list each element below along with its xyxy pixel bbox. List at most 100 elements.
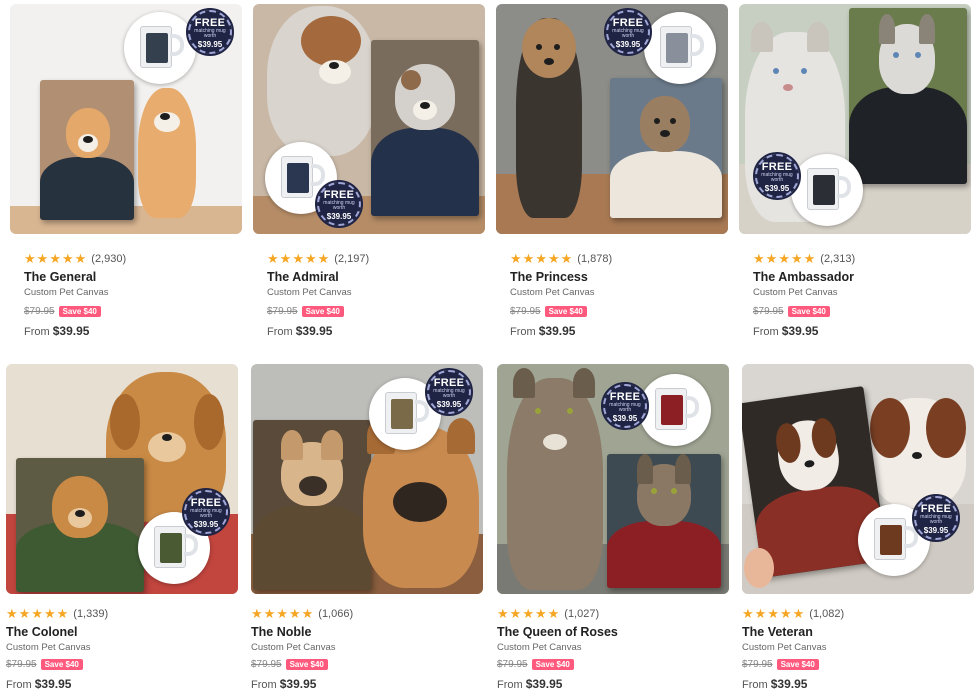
matching-mug-image <box>124 12 196 84</box>
star-icon: ★ <box>31 606 43 621</box>
product-title[interactable]: The Colonel <box>6 625 78 639</box>
star-icon: ★ <box>560 251 573 266</box>
star-icon: ★ <box>790 251 803 266</box>
product-title[interactable]: The Veteran <box>742 625 813 639</box>
matching-mug-image <box>644 12 716 84</box>
product-card-queen-of-roses[interactable]: FREE matching mug worth $39.95 ★ ★ ★ ★ ★ (1,02… <box>497 364 729 691</box>
star-icon: ★ <box>292 251 304 266</box>
product-title[interactable]: The General <box>24 270 96 284</box>
original-price: $79.95 <box>753 306 784 317</box>
original-price: $79.95 <box>6 659 37 670</box>
star-icon: ★ <box>251 606 263 621</box>
product-card-admiral[interactable]: FREE matching mug worth $39.95 ★ ★ ★ ★ ★ (2,19… <box>253 4 485 338</box>
matching-mug-image <box>791 154 863 226</box>
star-icon: ★ <box>547 606 560 621</box>
sale-price-row: From $39.95 <box>6 677 71 691</box>
product-image[interactable]: FREE matching mug worth $39.95 <box>742 364 974 594</box>
price-row: $79.95 Save $40 <box>497 659 574 670</box>
star-icon: ★ <box>522 606 534 621</box>
sale-price: $39.95 <box>781 324 819 338</box>
star-icon: ★ <box>56 606 69 621</box>
star-icon: ★ <box>304 251 317 266</box>
product-image[interactable]: FREE matching mug worth $39.95 <box>497 364 729 594</box>
star-icon: ★ <box>534 606 547 621</box>
matching-mug-image <box>639 374 711 446</box>
from-label: From <box>251 679 277 691</box>
save-badge: Save $40 <box>544 306 587 317</box>
original-price: $79.95 <box>251 659 282 670</box>
star-icon: ★ <box>778 251 790 266</box>
star-icon: ★ <box>6 606 18 621</box>
review-count: (1,027) <box>564 608 600 620</box>
product-card-noble[interactable]: FREE matching mug worth $39.95 ★ ★ ★ ★ ★ (1,06… <box>251 364 483 691</box>
product-image[interactable]: FREE matching mug worth $39.95 <box>251 364 483 594</box>
product-title[interactable]: The Princess <box>510 270 588 284</box>
from-label: From <box>24 326 50 338</box>
rating: ★ ★ ★ ★ ★ (1,027) <box>497 607 599 621</box>
rating: ★ ★ ★ ★ ★ (2,197) <box>267 252 369 266</box>
star-icon: ★ <box>547 251 560 266</box>
product-title[interactable]: The Queen of Roses <box>497 625 618 639</box>
free-mug-badge: FREE matching mug worth $39.95 <box>601 382 649 430</box>
save-badge: Save $40 <box>787 306 830 317</box>
star-icon: ★ <box>36 251 49 266</box>
product-title[interactable]: The Ambassador <box>753 270 854 284</box>
sale-price-row: From $39.95 <box>24 324 89 338</box>
star-icon: ★ <box>767 606 779 621</box>
price-row: $79.95 Save $40 <box>24 306 101 317</box>
sale-price-row: From $39.95 <box>510 324 575 338</box>
product-image[interactable]: FREE matching mug worth $39.95 <box>6 364 238 594</box>
sale-price-row: From $39.95 <box>267 324 332 338</box>
free-mug-badge: FREE matching mug worth $39.95 <box>186 8 234 56</box>
star-icon: ★ <box>754 606 767 621</box>
free-mug-badge: FREE matching mug worth $39.95 <box>425 368 473 416</box>
product-subtitle: Custom Pet Canvas <box>6 642 91 653</box>
star-icon: ★ <box>742 606 754 621</box>
price-row: $79.95 Save $40 <box>251 659 328 670</box>
product-card-veteran[interactable]: FREE matching mug worth $39.95 ★ ★ ★ ★ ★ (1,08… <box>742 364 974 691</box>
star-icon: ★ <box>753 251 765 266</box>
product-title[interactable]: The Admiral <box>267 270 339 284</box>
sale-price: $39.95 <box>525 677 563 691</box>
save-badge: Save $40 <box>285 659 328 670</box>
product-title[interactable]: The Noble <box>251 625 311 639</box>
star-icon: ★ <box>301 606 314 621</box>
product-subtitle: Custom Pet Canvas <box>742 642 827 653</box>
review-count: (2,197) <box>334 253 370 265</box>
original-price: $79.95 <box>267 306 298 317</box>
product-card-princess[interactable]: FREE matching mug worth $39.95 ★ ★ ★ ★ ★ (1,87… <box>496 4 728 338</box>
product-card-general[interactable]: FREE matching mug worth $39.95 ★ ★ ★ ★ ★ (2,93… <box>10 4 242 338</box>
free-mug-badge: FREE matching mug worth $39.95 <box>912 494 960 542</box>
product-subtitle: Custom Pet Canvas <box>24 287 109 298</box>
sale-price-row: From $39.95 <box>753 324 818 338</box>
product-card-colonel[interactable]: FREE matching mug worth $39.95 ★ ★ ★ ★ ★ (1,33… <box>6 364 238 691</box>
from-label: From <box>753 326 779 338</box>
star-icon: ★ <box>267 251 279 266</box>
original-price: $79.95 <box>24 306 55 317</box>
review-count: (1,066) <box>318 608 354 620</box>
rating: ★ ★ ★ ★ ★ (2,313) <box>753 252 855 266</box>
original-price: $79.95 <box>742 659 773 670</box>
review-count: (1,878) <box>577 253 613 265</box>
star-icon: ★ <box>61 251 74 266</box>
product-subtitle: Custom Pet Canvas <box>251 642 336 653</box>
save-badge: Save $40 <box>40 659 83 670</box>
star-icon: ★ <box>288 606 301 621</box>
rating: ★ ★ ★ ★ ★ (2,930) <box>24 252 126 266</box>
product-image[interactable]: FREE matching mug worth $39.95 <box>253 4 485 234</box>
star-icon: ★ <box>276 606 288 621</box>
sale-price: $39.95 <box>538 324 576 338</box>
star-icon: ★ <box>49 251 61 266</box>
price-row: $79.95 Save $40 <box>742 659 819 670</box>
free-mug-badge: FREE matching mug worth $39.95 <box>182 488 230 536</box>
product-image[interactable]: FREE matching mug worth $39.95 <box>496 4 728 234</box>
product-card-ambassador[interactable]: FREE matching mug worth $39.95 ★ ★ ★ ★ ★ (2,31… <box>739 4 971 338</box>
save-badge: Save $40 <box>776 659 819 670</box>
from-label: From <box>267 326 293 338</box>
from-label: From <box>742 679 768 691</box>
sale-price: $39.95 <box>295 324 333 338</box>
sale-price: $39.95 <box>770 677 808 691</box>
product-image[interactable]: FREE matching mug worth $39.95 <box>10 4 242 234</box>
free-mug-badge: FREE matching mug worth $39.95 <box>604 8 652 56</box>
product-image[interactable]: FREE matching mug worth $39.95 <box>739 4 971 234</box>
